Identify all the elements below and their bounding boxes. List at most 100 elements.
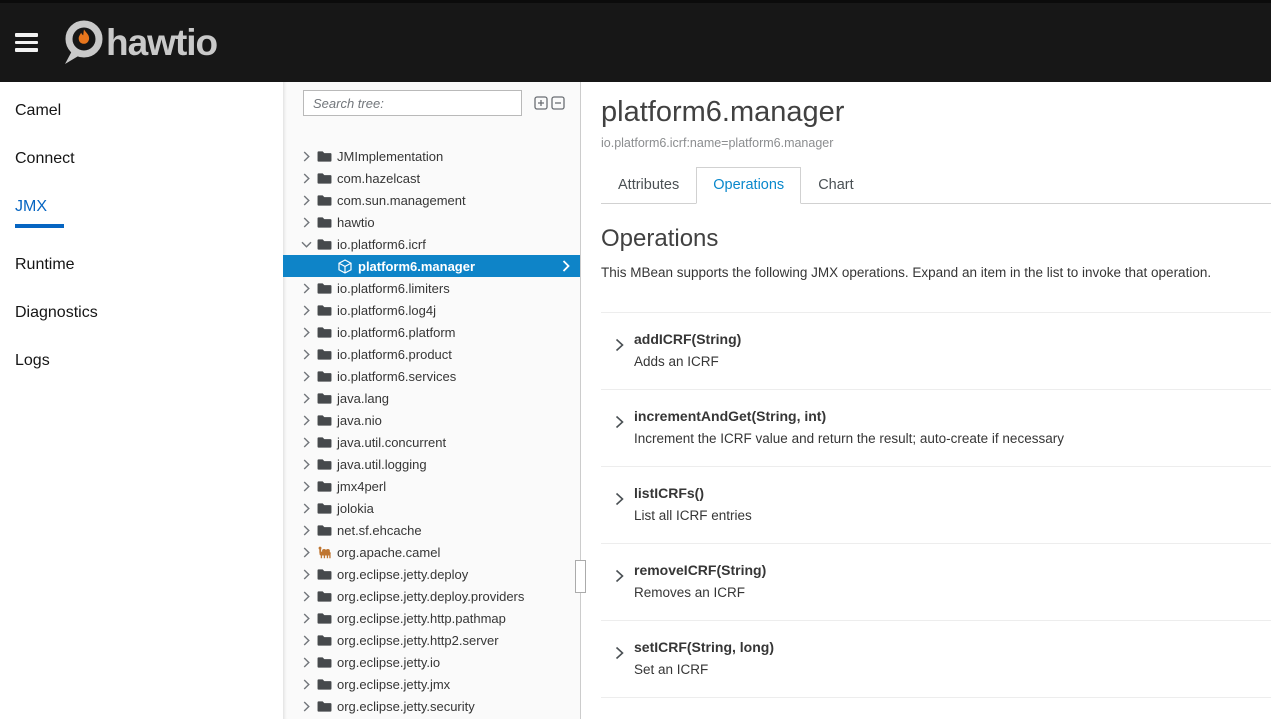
tree-item[interactable]: io.platform6.log4j (283, 299, 580, 321)
tree-item[interactable]: jmx4perl (283, 475, 580, 497)
tree-item[interactable]: java.lang (283, 387, 580, 409)
chevron-right-icon (303, 173, 317, 184)
chevron-right-icon (303, 195, 317, 206)
page-title: platform6.manager (601, 96, 1271, 129)
folder-icon (317, 524, 333, 537)
tree-item[interactable]: io.platform6.limiters (283, 277, 580, 299)
chevron-right-icon (303, 305, 317, 316)
operation-description: List all ICRF entries (634, 509, 752, 524)
sidebar-item[interactable]: Logs (0, 337, 283, 385)
magnifier-flame-icon (59, 18, 107, 68)
operation-row[interactable]: removeICRF(String) Removes an ICRF (601, 543, 1271, 620)
folder-icon (317, 590, 333, 603)
chevron-right-icon (615, 646, 624, 660)
hamburger-menu-button[interactable] (15, 29, 38, 56)
camel-icon (317, 545, 333, 559)
tree-item[interactable]: JMImplementation (283, 145, 580, 167)
folder-icon (317, 502, 333, 515)
tree-item[interactable]: io.platform6.platform (283, 321, 580, 343)
folder-icon (317, 656, 333, 669)
tree-item[interactable]: net.sf.ehcache (283, 519, 580, 541)
folder-icon (317, 458, 333, 471)
tree-item[interactable]: io.platform6.product (283, 343, 580, 365)
chevron-right-icon (303, 635, 317, 646)
sidebar-item[interactable]: Camel (0, 87, 283, 135)
tree-item[interactable]: platform6.manager (283, 255, 580, 277)
jmx-tree-panel: JMImplementation (283, 82, 581, 719)
folder-icon (317, 216, 333, 229)
collapse-all-button[interactable] (551, 96, 565, 110)
operation-row[interactable]: setICRF(String, long) Set an ICRF (601, 620, 1271, 697)
tree-item[interactable]: jolokia (283, 497, 580, 519)
brand-text: hawtio (106, 24, 217, 61)
tree-item[interactable]: java.util.concurrent (283, 431, 580, 453)
tab[interactable]: Operations (696, 167, 801, 204)
tree-item[interactable]: org.eclipse.jetty.security (283, 695, 580, 717)
operation-description: Increment the ICRF value and return the … (634, 432, 1064, 447)
tree-item[interactable]: io.platform6.icrf (283, 233, 580, 255)
chevron-right-icon (303, 239, 317, 250)
chevron-right-icon (303, 613, 317, 624)
operation-signature: removeICRF(String) (634, 563, 766, 578)
chevron-right-icon (303, 327, 317, 338)
sidebar-nav: Camel Connect JMX Runtime Di (0, 82, 283, 719)
tree-item[interactable]: org.eclipse.jetty.deploy.providers (283, 585, 580, 607)
tree-item[interactable]: com.hazelcast (283, 167, 580, 189)
tree-item[interactable]: org.eclipse.jetty.io (283, 651, 580, 673)
sidebar-item[interactable]: JMX (0, 183, 283, 241)
tab[interactable]: Attributes (601, 167, 696, 204)
folder-icon (317, 282, 333, 295)
folder-icon (317, 700, 333, 713)
folder-icon (317, 348, 333, 361)
masthead: hawtio (0, 0, 1271, 82)
operation-description: Removes an ICRF (634, 586, 766, 601)
sidebar-item[interactable]: Diagnostics (0, 289, 283, 337)
tree-item[interactable]: org.eclipse.jetty.http.pathmap (283, 607, 580, 629)
folder-icon (317, 392, 333, 405)
tree-item[interactable]: org.eclipse.jetty.deploy (283, 563, 580, 585)
expand-all-button[interactable] (534, 96, 548, 110)
folder-icon (317, 678, 333, 691)
tree-scrollbar-thumb[interactable] (575, 560, 586, 593)
mbean-cube-icon (338, 259, 354, 274)
tree-item[interactable]: hawtio (283, 211, 580, 233)
operation-signature: addICRF(String) (634, 332, 741, 347)
chevron-right-icon (303, 151, 317, 162)
chevron-right-icon (303, 569, 317, 580)
tree-item[interactable]: org.eclipse.jetty.jmx (283, 673, 580, 695)
folder-icon (317, 370, 333, 383)
chevron-right-icon (303, 679, 317, 690)
folder-icon (317, 414, 333, 427)
folder-icon (317, 194, 333, 207)
chevron-right-icon (303, 415, 317, 426)
operation-row[interactable]: incrementAndGet(String, int) Increment t… (601, 389, 1271, 466)
tab-bar: Attributes Operations Chart (601, 167, 1271, 204)
operation-row[interactable]: listICRFs() List all ICRF entries (601, 466, 1271, 543)
folder-icon (317, 172, 333, 185)
folder-icon (317, 568, 333, 581)
chevron-right-icon (615, 415, 624, 429)
sidebar-item[interactable]: Runtime (0, 241, 283, 289)
tree-item[interactable]: com.sun.management (283, 189, 580, 211)
sidebar-item[interactable]: Connect (0, 135, 283, 183)
search-input[interactable] (303, 90, 522, 116)
operation-signature: setICRF(String, long) (634, 640, 774, 655)
tab[interactable]: Chart (801, 167, 870, 204)
tree-item[interactable]: org.eclipse.jetty.http2.server (283, 629, 580, 651)
tree-item[interactable]: java.nio (283, 409, 580, 431)
minus-square-icon (551, 96, 565, 110)
folder-icon (317, 238, 333, 251)
chevron-right-icon (303, 371, 317, 382)
tree-item[interactable]: java.util.logging (283, 453, 580, 475)
section-description: This MBean supports the following JMX op… (601, 265, 1271, 280)
chevron-right-icon (303, 437, 317, 448)
chevron-right-icon (303, 503, 317, 514)
hawtio-logo: hawtio (59, 18, 217, 68)
operation-signature: incrementAndGet(String, int) (634, 409, 1064, 424)
tree-item[interactable]: io.platform6.services (283, 365, 580, 387)
chevron-right-icon (303, 591, 317, 602)
tree-item[interactable]: org.apache.camel (283, 541, 580, 563)
operation-row[interactable]: addICRF(String) Adds an ICRF (601, 312, 1271, 389)
folder-icon (317, 436, 333, 449)
section-title: Operations (601, 225, 1271, 254)
